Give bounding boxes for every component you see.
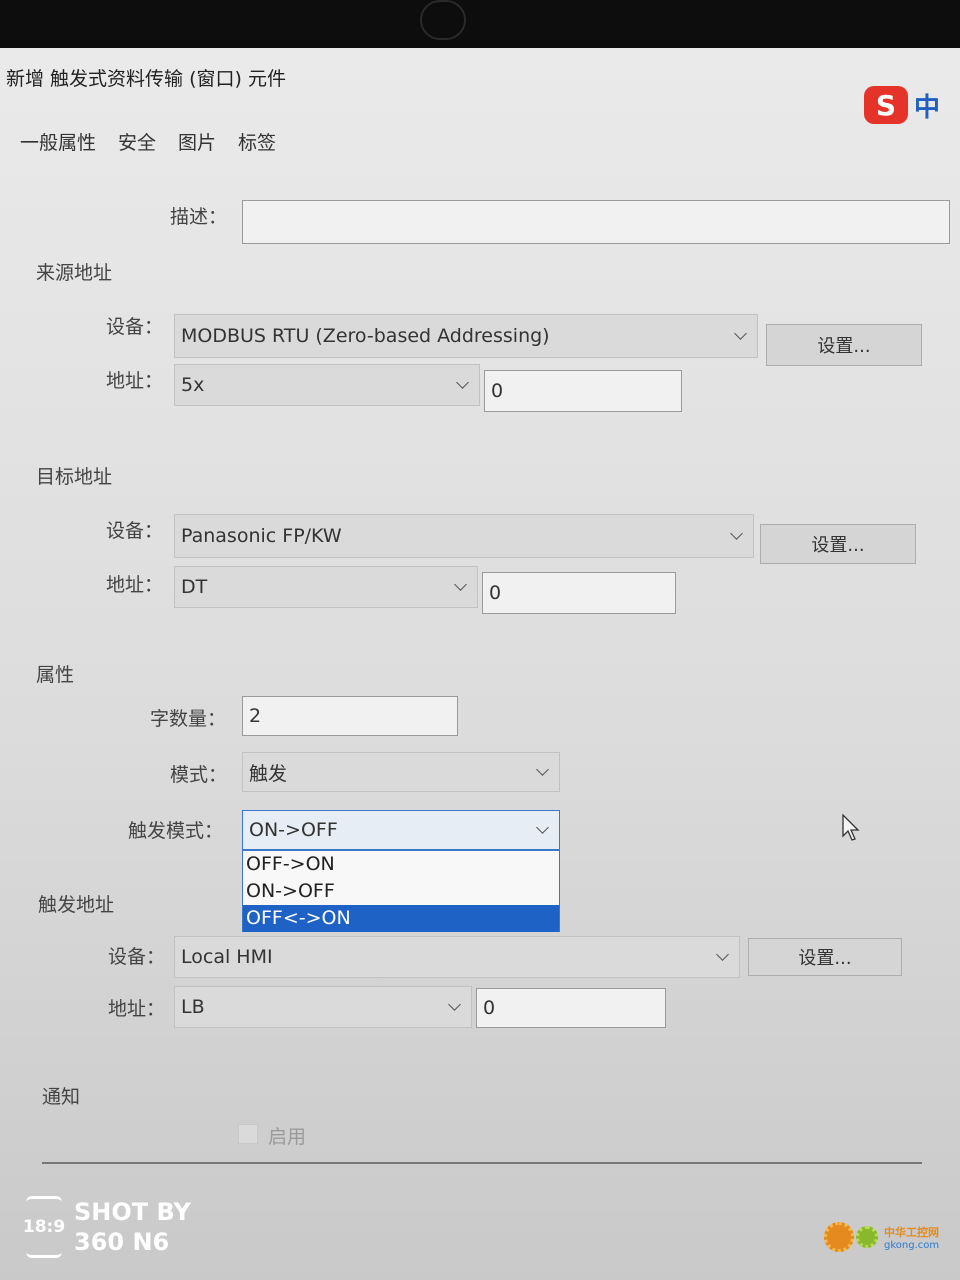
trigger-heading: 触发地址 — [38, 894, 115, 916]
camera-watermark: 18:9 SHOT BY 360 N6 — [23, 1196, 191, 1258]
chevron-down-icon — [454, 577, 467, 591]
trigger-device-select[interactable]: Local HMI — [174, 936, 740, 978]
chevron-down-icon — [734, 326, 747, 340]
trigger-mode-select[interactable]: ON->OFF — [242, 810, 560, 850]
trigger-device-label: 设备： — [108, 946, 166, 968]
ime-logo-icon: S — [864, 86, 908, 124]
source-address-label: 地址： — [106, 370, 164, 392]
target-heading: 目标地址 — [36, 466, 113, 488]
trigger-address-value: 0 — [483, 997, 496, 1019]
mouse-cursor-icon — [842, 813, 860, 846]
properties-heading: 属性 — [36, 664, 75, 686]
trigger-mode-value: ON->OFF — [249, 819, 338, 841]
target-address-type-value: DT — [181, 576, 208, 598]
ime-indicator[interactable]: S 中 — [864, 86, 940, 124]
trigger-mode-dropdown-list: OFF->ON ON->OFF OFF<->ON — [242, 850, 560, 932]
dialog-window: 新增 触发式资料传输 (窗口) 元件 S 中 一般属性 安全 图片 标签 描述：… — [0, 48, 960, 1280]
mode-label: 模式： — [170, 764, 228, 786]
notify-heading: 通知 — [42, 1086, 81, 1108]
source-address-type-value: 5x — [181, 374, 205, 396]
source-address-value: 0 — [491, 380, 504, 402]
site-name: 中华工控网 — [884, 1225, 939, 1239]
tab-bar: 一般属性 安全 图片 标签 — [18, 128, 278, 155]
trigger-address-label: 地址： — [108, 998, 166, 1020]
chevron-down-icon — [730, 526, 743, 540]
source-heading: 来源地址 — [36, 262, 113, 284]
target-address-value: 0 — [489, 582, 502, 604]
description-label: 描述： — [170, 206, 228, 228]
tab-label[interactable]: 标签 — [236, 128, 278, 155]
word-count-input[interactable]: 2 — [242, 696, 458, 736]
aspect-ratio-badge: 18:9 — [23, 1196, 65, 1258]
watermark-line2: 360 N6 — [74, 1228, 170, 1256]
watermark-line1: SHOT BY — [74, 1198, 191, 1226]
site-url: gkong.com — [884, 1239, 940, 1251]
trigger-mode-label: 触发模式： — [128, 820, 224, 842]
trigger-address-input[interactable]: 0 — [476, 988, 666, 1028]
tab-security[interactable]: 安全 — [116, 128, 158, 155]
dropdown-option-highlighted[interactable]: OFF<->ON — [243, 905, 559, 932]
target-device-select[interactable]: Panasonic FP/KW — [174, 514, 754, 558]
source-device-label: 设备： — [106, 316, 164, 338]
source-device-value: MODBUS RTU (Zero-based Addressing) — [181, 325, 550, 347]
chevron-down-icon — [536, 762, 549, 776]
source-address-type-select[interactable]: 5x — [174, 364, 480, 406]
source-device-select[interactable]: MODBUS RTU (Zero-based Addressing) — [174, 314, 758, 358]
mode-select[interactable]: 触发 — [242, 752, 560, 792]
notify-enable-label: 启用 — [268, 1126, 307, 1148]
chevron-down-icon — [536, 820, 549, 834]
word-count-value: 2 — [249, 705, 262, 727]
target-address-label: 地址： — [106, 574, 164, 596]
target-address-input[interactable]: 0 — [482, 572, 676, 614]
window-title: 新增 触发式资料传输 (窗口) 元件 — [6, 68, 286, 90]
chevron-down-icon — [456, 375, 469, 389]
tab-picture[interactable]: 图片 — [176, 128, 218, 155]
source-settings-button[interactable]: 设置... — [766, 324, 922, 366]
description-input[interactable] — [242, 200, 950, 244]
gear-icon — [856, 1226, 878, 1248]
divider — [42, 1162, 922, 1164]
chevron-down-icon — [716, 947, 729, 961]
tab-general[interactable]: 一般属性 — [18, 128, 98, 155]
target-device-value: Panasonic FP/KW — [181, 525, 342, 547]
source-address-input[interactable]: 0 — [484, 370, 682, 412]
trigger-address-type-value: LB — [181, 996, 205, 1018]
trigger-settings-button[interactable]: 设置... — [748, 938, 902, 976]
chevron-down-icon — [448, 997, 461, 1011]
target-address-type-select[interactable]: DT — [174, 566, 478, 608]
dropdown-option[interactable]: ON->OFF — [243, 878, 559, 905]
target-settings-button[interactable]: 设置... — [760, 524, 916, 564]
dropdown-option[interactable]: OFF->ON — [243, 851, 559, 878]
site-watermark: 中华工控网 gkong.com — [824, 1222, 939, 1252]
mode-value: 触发 — [249, 762, 288, 785]
trigger-address-type-select[interactable]: LB — [174, 986, 472, 1028]
gear-icon — [824, 1222, 854, 1252]
target-device-label: 设备： — [106, 520, 164, 542]
trigger-device-value: Local HMI — [181, 946, 273, 968]
notify-enable-checkbox[interactable] — [238, 1124, 258, 1144]
ime-mode-label: 中 — [914, 92, 941, 123]
word-count-label: 字数量： — [150, 708, 227, 730]
device-bezel-logo — [420, 0, 466, 40]
